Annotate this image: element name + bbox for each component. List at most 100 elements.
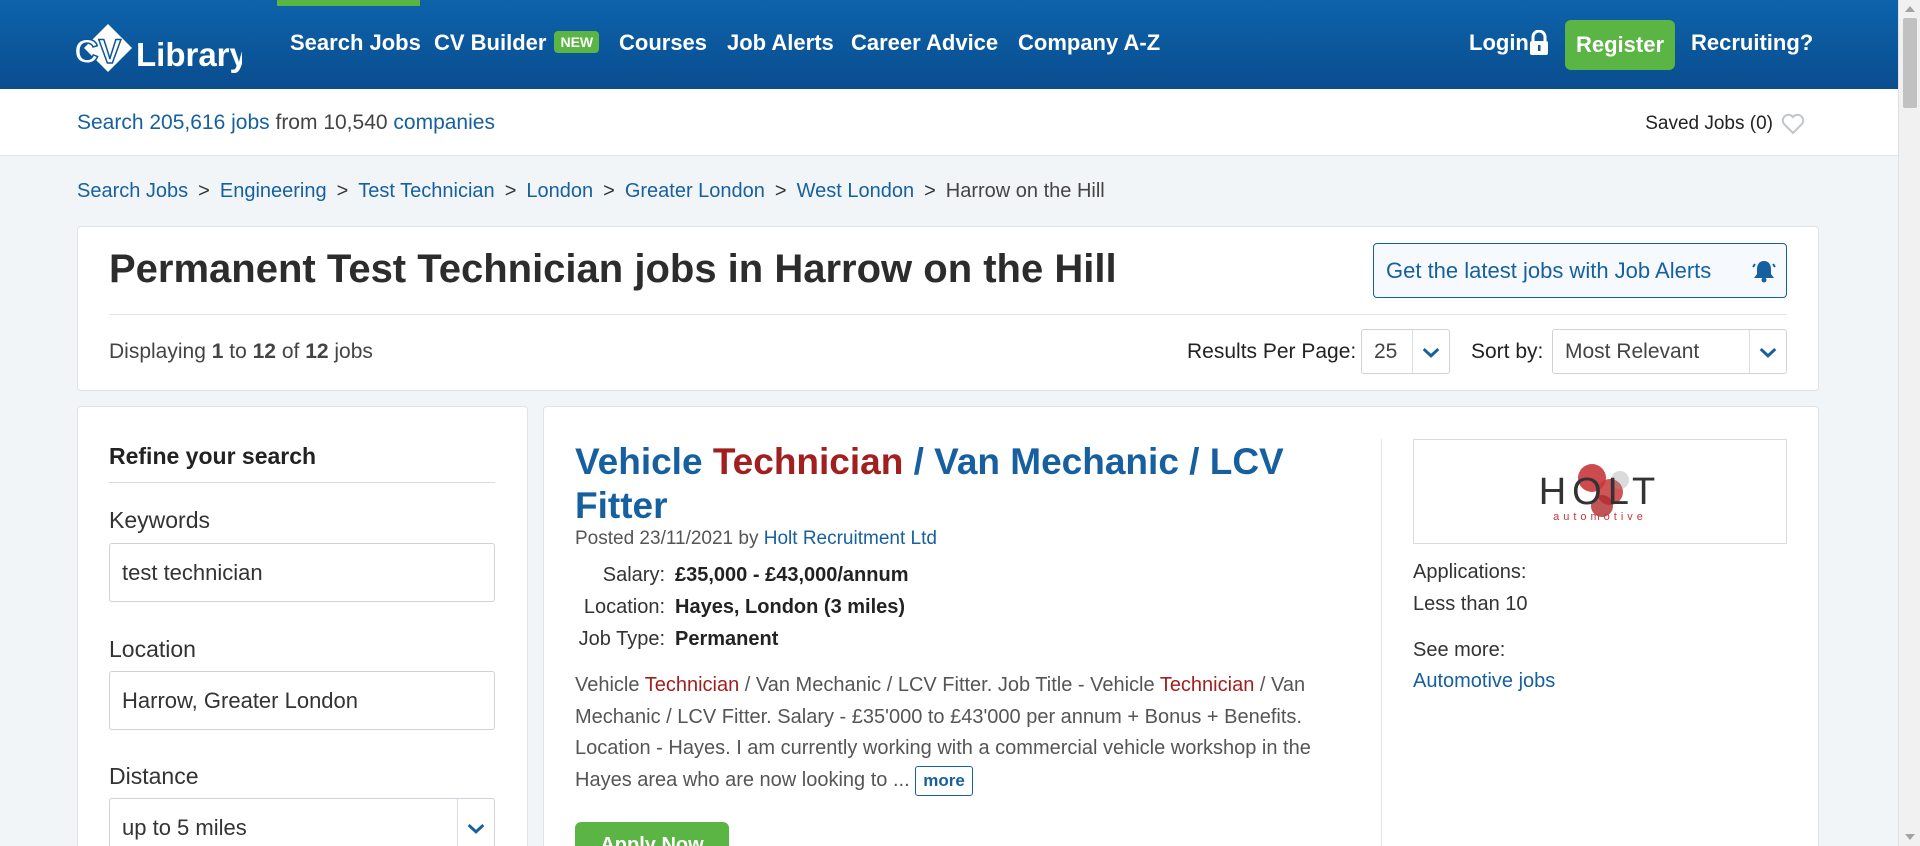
snippet-highlight: Technician [644, 674, 740, 696]
breadcrumb-separator: > [603, 180, 615, 202]
companies-count: from 10,540 [275, 111, 388, 134]
see-more-label: See more: [1413, 639, 1506, 661]
job-type-value: Permanent [675, 628, 779, 650]
nav-search-jobs[interactable]: Search Jobs [290, 30, 421, 56]
location-input[interactable] [109, 671, 495, 730]
automotive-jobs-link[interactable]: Automotive jobs [1413, 670, 1555, 693]
register-button[interactable]: Register [1565, 20, 1675, 70]
company-logo[interactable]: HOLT automotive [1413, 439, 1787, 544]
nav-company-a-z[interactable]: Company A-Z [1018, 30, 1160, 56]
nav-job-alerts[interactable]: Job Alerts [727, 30, 834, 56]
snippet-highlight: Technician [1159, 674, 1255, 696]
nav-cv-builder-label: CV Builder [434, 30, 547, 55]
jobs-word: jobs [334, 340, 373, 363]
displaying-prefix: Displaying [109, 340, 206, 363]
keywords-input[interactable] [109, 543, 495, 602]
apply-now-button[interactable]: Apply Now [575, 822, 729, 846]
job-title-part: Vehicle [575, 441, 703, 482]
page-title: Permanent Test Technician jobs in Harrow… [109, 247, 1117, 291]
location-label: Location [109, 636, 196, 662]
job-type-label: Job Type: [578, 628, 665, 650]
breadcrumb-search-jobs[interactable]: Search Jobs [77, 180, 188, 202]
range-from: 1 [211, 340, 224, 363]
results-count: Displaying 1 to 12 of 12 jobs [109, 340, 373, 364]
breadcrumb-separator: > [336, 180, 349, 202]
refine-heading: Refine your search [109, 443, 317, 469]
sort-label: Sort by: [1471, 340, 1544, 363]
breadcrumb-separator: > [504, 180, 517, 202]
distance-value: up to 5 miles [122, 815, 247, 840]
nav-cv-builder[interactable]: CV Builder NEW [434, 30, 600, 56]
cv-library-logo[interactable]: CV Library [72, 12, 242, 76]
job-listing-card: Vehicle Technician / Van Mechanic / LCV … [543, 406, 1819, 846]
snippet-text: Vehicle [575, 674, 640, 696]
nav-courses[interactable]: Courses [619, 30, 707, 56]
recruiting-link[interactable]: Recruiting? [1691, 30, 1813, 56]
refine-sidebar: Refine your search Keywords Location Dis… [77, 406, 528, 846]
breadcrumb-current: Harrow on the Hill [945, 180, 1105, 202]
saved-jobs-link[interactable]: Saved Jobs (0) [1645, 113, 1773, 135]
scroll-up-icon[interactable] [1905, 6, 1915, 12]
results-per-page-label: Results Per Page: [1187, 340, 1357, 363]
svg-text:Library: Library [136, 36, 242, 73]
job-type-row: Job Type: Permanent [544, 628, 779, 651]
nav-career-advice[interactable]: Career Advice [851, 30, 998, 56]
breadcrumb-separator: > [198, 180, 210, 202]
sort-value: Most Relevant [1565, 340, 1700, 363]
job-description-snippet: Vehicle Technician / Van Mechanic / LCV … [575, 670, 1335, 796]
search-jobs-count-link[interactable]: Search 205,616 jobs [77, 111, 270, 134]
to-word: to [229, 340, 247, 363]
salary-value: £35,000 - £43,000/annum [675, 564, 909, 586]
sort-select[interactable]: Most Relevant [1552, 329, 1787, 374]
job-title-highlight: Technician [712, 441, 904, 482]
header-divider [109, 314, 1787, 315]
breadcrumb-separator: > [774, 180, 787, 202]
page-scrollbar[interactable] [1898, 0, 1920, 846]
companies-link[interactable]: companies [393, 111, 495, 134]
breadcrumb: Search Jobs > Engineering > Test Technician >… [77, 180, 1105, 203]
breadcrumb-london[interactable]: London [526, 180, 593, 202]
snippet-text: / Van Mechanic / LCV Fitter. Job Title -… [744, 674, 1155, 696]
results-per-page-select[interactable]: 25 [1361, 329, 1450, 374]
card-divider [1381, 439, 1382, 846]
posted-info: Posted 23/11/2021 by Holt Recruitment Lt… [575, 528, 937, 550]
heart-icon[interactable] [1781, 113, 1805, 135]
job-alerts-button[interactable]: Get the latest jobs with Job Alerts [1373, 243, 1787, 298]
chevron-down-icon [1412, 330, 1440, 373]
more-button[interactable]: more [915, 765, 973, 796]
location-detail-value: Hayes, London (3 miles) [675, 596, 906, 618]
distance-select[interactable]: up to 5 miles [109, 798, 495, 846]
location-detail-label: Location: [583, 596, 665, 618]
salary-row: Salary: £35,000 - £43,000/annum [544, 564, 909, 587]
active-tab-indicator [277, 0, 420, 6]
of-word: of [281, 340, 300, 363]
refine-divider [109, 482, 495, 483]
scroll-thumb[interactable] [1903, 18, 1917, 108]
recruiter-link[interactable]: Holt Recruitment Ltd [764, 528, 937, 549]
chevron-down-icon [457, 799, 485, 846]
breadcrumb-greater-london[interactable]: Greater London [625, 180, 765, 202]
holt-logo-text: HOLT [1539, 471, 1662, 513]
distance-label: Distance [109, 763, 199, 789]
new-badge: NEW [554, 31, 600, 53]
lock-icon [1530, 30, 1548, 55]
location-row: Location: Hayes, London (3 miles) [544, 596, 905, 619]
results-header: Permanent Test Technician jobs in Harrow… [77, 226, 1819, 391]
job-alerts-button-label: Get the latest jobs with Job Alerts [1386, 258, 1712, 283]
holt-logo-subtext: automotive [1553, 511, 1647, 523]
breadcrumb-test-technician[interactable]: Test Technician [358, 180, 494, 202]
breadcrumb-west-london[interactable]: West London [797, 180, 915, 202]
applications-value: Less than 10 [1413, 593, 1528, 615]
total-count: 12 [305, 340, 329, 363]
holt-logo-image: HOLT automotive [1539, 464, 1662, 523]
breadcrumb-separator: > [924, 180, 936, 202]
stats-bar: Search 205,616 jobs from 10,540 companie… [0, 89, 1898, 156]
job-title-link[interactable]: Vehicle Technician / Van Mechanic / LCV … [575, 440, 1315, 528]
scroll-down-icon[interactable] [1905, 834, 1915, 840]
salary-label: Salary: [602, 564, 665, 586]
top-navbar: CV Library Search Jobs CV Builder NEW Cou… [0, 0, 1898, 89]
login-link[interactable]: Login [1469, 30, 1529, 56]
breadcrumb-engineering[interactable]: Engineering [220, 180, 327, 202]
svg-text:CV: CV [74, 33, 122, 71]
job-stats: Search 205,616 jobs from 10,540 companie… [77, 111, 495, 135]
